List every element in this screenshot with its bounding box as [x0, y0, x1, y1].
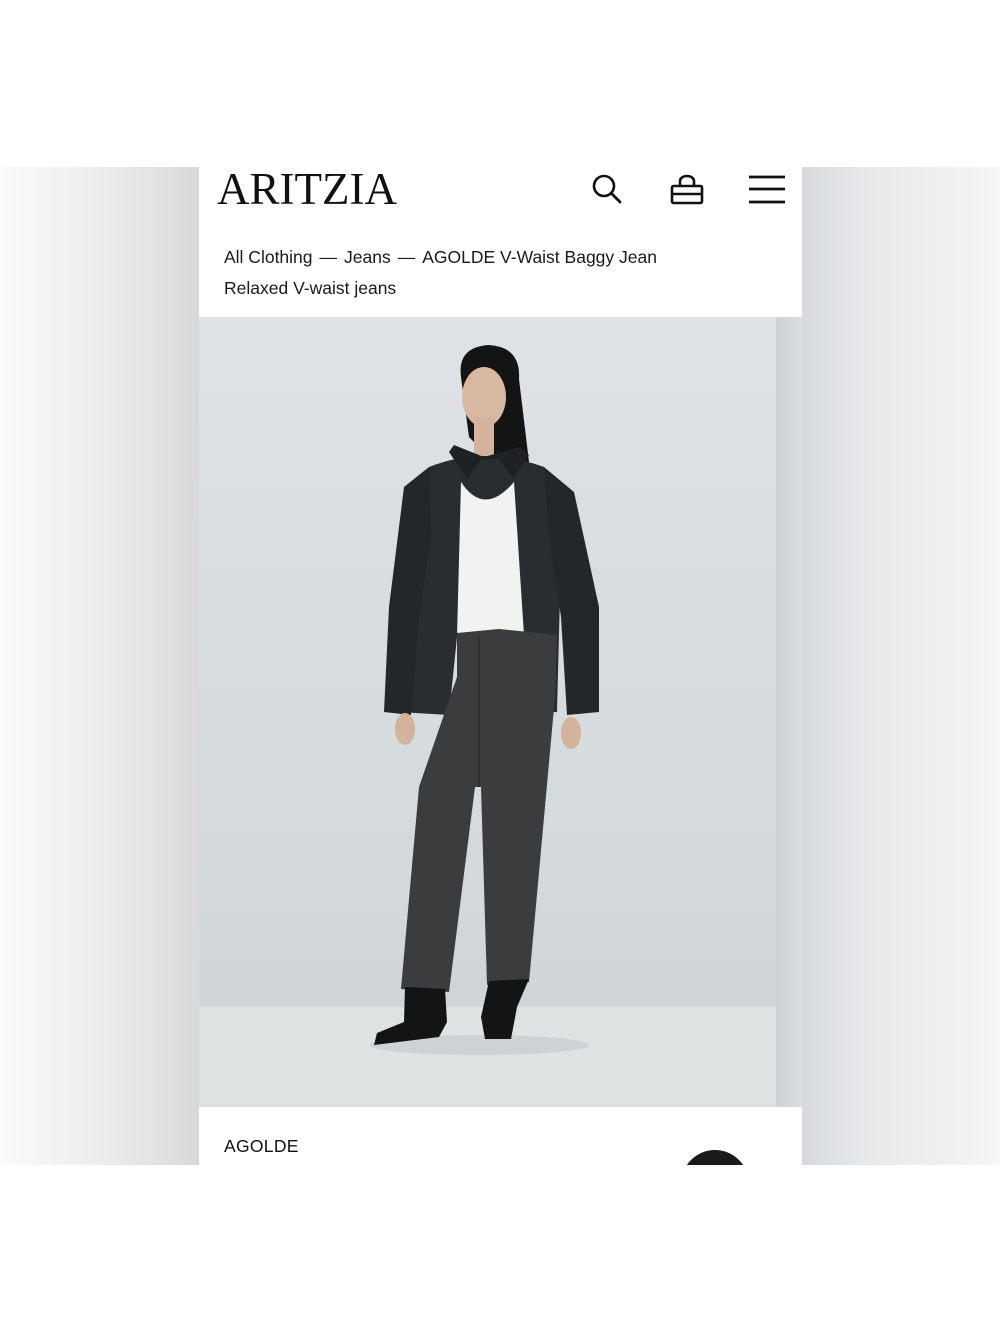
breadcrumb-current-product[interactable]: AGOLDE V-Waist Baggy Jean — [422, 247, 657, 267]
product-subtitle: Relaxed V-waist jeans — [224, 278, 397, 298]
blurred-background-left — [0, 167, 199, 1165]
shopping-bag-button[interactable] — [667, 169, 707, 209]
breadcrumb-all-clothing[interactable]: All Clothing — [224, 247, 313, 267]
blurred-background-right — [802, 167, 1000, 1165]
breadcrumb-separator: — — [319, 247, 338, 267]
search-icon — [592, 174, 622, 204]
breadcrumb: All Clothing — Jeans — AGOLDE V-Waist Baggy … — [224, 245, 657, 269]
breadcrumb-separator: — — [397, 247, 416, 267]
breadcrumb-jeans[interactable]: Jeans — [344, 247, 391, 267]
aritzia-logo[interactable]: ARITZIA — [217, 167, 397, 212]
product-image[interactable] — [199, 317, 776, 1107]
shopping-bag-icon — [670, 174, 704, 205]
floating-action-button[interactable] — [681, 1150, 749, 1165]
product-brand[interactable]: AGOLDE — [224, 1134, 299, 1158]
menu-button[interactable] — [747, 169, 787, 209]
phone-screen: ARITZIA All Clothing — Jeans — AGOLDE V-Wais… — [199, 167, 802, 1165]
model-photo — [199, 345, 776, 1107]
search-button[interactable] — [587, 169, 627, 209]
site-header: ARITZIA — [199, 167, 802, 227]
next-product-image[interactable] — [776, 317, 802, 1107]
menu-icon — [749, 175, 785, 204]
